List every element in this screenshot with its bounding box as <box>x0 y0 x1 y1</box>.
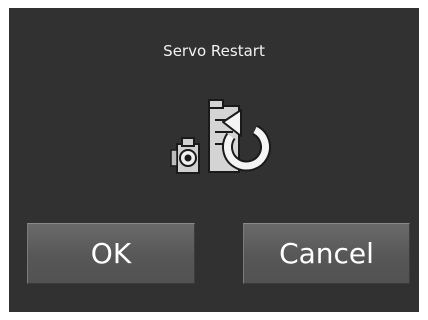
dialog-title: Servo Restart <box>163 42 265 60</box>
servo-restart-icon <box>169 92 273 184</box>
servo-restart-dialog: Servo Restart OK Cancel <box>9 8 419 312</box>
cancel-button[interactable]: Cancel <box>243 223 410 284</box>
ok-button[interactable]: OK <box>27 223 195 284</box>
